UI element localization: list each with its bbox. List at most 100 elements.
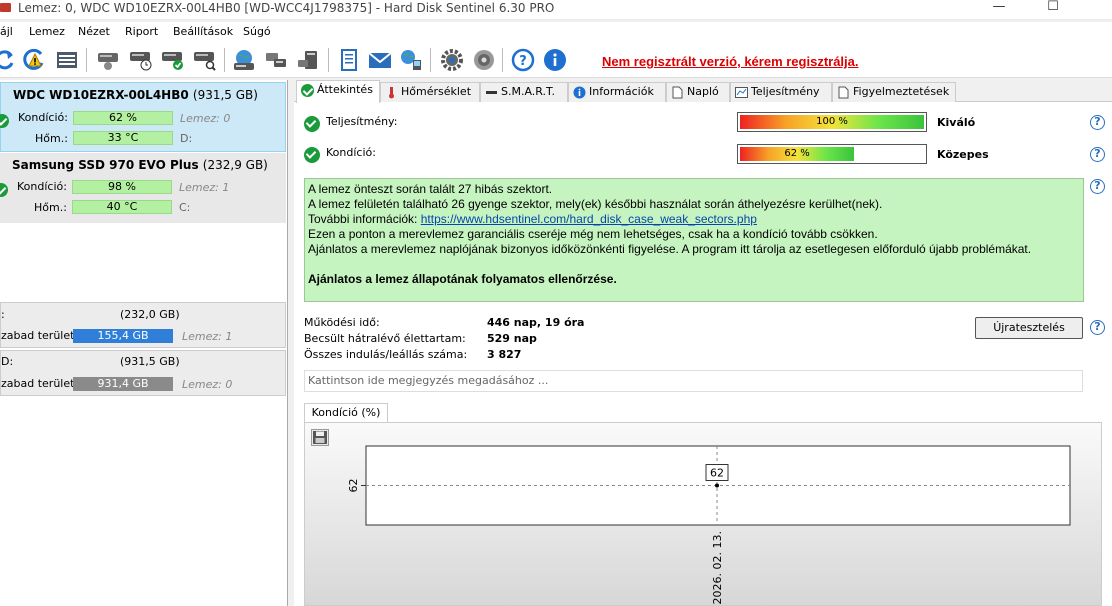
detail-panel: Áttekintés Hőmérséklet S.M.A.R.T. Inform… <box>294 80 1112 606</box>
tab-overview[interactable]: Áttekintés <box>296 80 380 103</box>
health-label: Kondíció: <box>17 180 67 193</box>
info-line: Ajánlatos a merevlemez naplójának bizony… <box>308 242 1032 256</box>
temperature-label: Hőm.: <box>34 201 67 214</box>
tab-label: Teljesítmény <box>751 85 820 98</box>
svg-text:?: ? <box>519 54 527 69</box>
menu-report[interactable]: Riport <box>125 25 158 38</box>
health-chart-panel: 62 62 2026. 02. 13. <box>304 422 1102 606</box>
report-icon[interactable] <box>336 47 362 73</box>
disk-item[interactable]: WDC WD10EZRX-00L4HB0 (931,5 GB) Kondíció… <box>0 82 286 152</box>
health-rating: Közepes <box>937 148 989 161</box>
disk-name: WDC WD10EZRX-00L4HB0 (931,5 GB) <box>13 88 258 102</box>
tab-health-chart[interactable]: Kondíció (%) <box>304 403 388 423</box>
document-icon <box>672 86 683 99</box>
disk-list-icon[interactable] <box>54 47 80 73</box>
help-icon[interactable]: ? <box>1090 320 1105 335</box>
free-space-label: zabad terület <box>1 329 75 342</box>
disk-copy-icon[interactable] <box>263 47 289 73</box>
performance-label: Teljesítmény: <box>326 115 398 128</box>
gear-icon[interactable] <box>439 47 465 73</box>
performance-rating: Kiváló <box>937 116 976 129</box>
sound-icon[interactable] <box>471 47 497 73</box>
info-icon[interactable] <box>542 47 568 73</box>
tab-smart[interactable]: S.M.A.R.T. <box>480 82 568 102</box>
free-space-bar: 155,4 GB <box>73 329 173 343</box>
note-input[interactable]: Kattintson ide megjegyzés megadásához ..… <box>304 370 1083 392</box>
document-icon <box>838 86 849 99</box>
help-icon[interactable]: ? <box>1090 115 1105 130</box>
volume-disk-index: Lemez: 0 <box>182 378 233 391</box>
menu-bar: ájl Lemez Nézet Riport Beállítások Súgó <box>0 22 1112 42</box>
thermometer-icon <box>389 87 394 99</box>
volume-size: (232,0 GB) <box>120 308 180 321</box>
lifetime-value: 529 nap <box>487 332 537 345</box>
drive-letter: C: <box>179 201 191 214</box>
help-icon[interactable]: ? <box>510 47 536 73</box>
drive-letter: D: <box>180 132 193 145</box>
tab-alerts[interactable]: Figyelmeztetések <box>832 82 956 102</box>
status-ok-icon <box>304 116 320 132</box>
tab-information[interactable]: Információk <box>568 82 666 102</box>
lifetime-label: Becsült hátralévő élettartam: <box>304 332 466 345</box>
menu-file[interactable]: ájl <box>0 25 13 38</box>
volume-item[interactable]: : (232,0 GB) zabad terület 155,4 GB Leme… <box>0 302 286 348</box>
tab-log[interactable]: Napló <box>666 82 730 102</box>
info-line: A lemez önteszt során talált 27 hibás sz… <box>308 182 553 196</box>
mail-icon[interactable] <box>367 47 393 73</box>
menu-help[interactable]: Súgó <box>243 25 271 38</box>
registration-warning-link[interactable]: Nem regisztrált verzió, kérem regisztrál… <box>602 54 859 69</box>
menu-disk[interactable]: Lemez <box>29 25 65 38</box>
temperature-label: Hőm.: <box>35 132 68 145</box>
menu-settings[interactable]: Beállítások <box>173 25 233 38</box>
tab-temperature[interactable]: Hőmérséklet <box>380 82 480 102</box>
tab-label: Hőmérséklet <box>401 85 472 98</box>
health-bar-fill: 62 % <box>740 147 855 161</box>
free-space-bar: 931,4 GB <box>73 377 173 391</box>
performance-row: Teljesítmény: <box>304 113 1094 133</box>
tab-label: Napló <box>687 85 719 98</box>
health-bar: 62 % <box>73 111 173 125</box>
volume-item[interactable]: D: (931,5 GB) zabad terület 931,4 GB Lem… <box>0 350 286 396</box>
minimize-button[interactable]: — <box>976 0 1022 14</box>
refresh-icon[interactable] <box>0 47 18 73</box>
volume-letter: : <box>1 308 5 321</box>
window-title: Lemez: 0, WDC WD10EZRX-00L4HB0 [WD-WCC4J… <box>18 1 555 15</box>
toolbar-separator <box>224 48 225 72</box>
uptime-label: Működési idő: <box>304 316 380 329</box>
health-label: Kondíció: <box>326 146 376 159</box>
volume-size: (931,5 GB) <box>120 355 180 368</box>
tab-label: Információk <box>589 85 654 98</box>
menu-view[interactable]: Nézet <box>78 25 110 38</box>
chart-icon <box>735 87 748 98</box>
network-icon[interactable] <box>398 47 424 73</box>
data-point <box>715 483 719 488</box>
disk-gray-icon[interactable] <box>95 47 121 73</box>
x-tick-label: 2026. 02. 13. <box>711 531 724 604</box>
free-space-label: zabad terület <box>1 377 75 390</box>
health-label: Kondíció: <box>18 111 68 124</box>
disk-export-icon[interactable] <box>295 47 321 73</box>
disk-index: Lemez: 1 <box>179 181 230 194</box>
disk-globe-icon[interactable] <box>231 47 257 73</box>
maximize-button[interactable]: ☐ <box>1030 0 1076 14</box>
help-icon[interactable]: ? <box>1090 147 1105 162</box>
more-info-label: További információk: <box>308 212 418 226</box>
disk-search-icon[interactable] <box>192 47 218 73</box>
disk-check-icon[interactable] <box>160 47 186 73</box>
help-icon[interactable]: ? <box>1090 179 1105 194</box>
info-line: A lemez felületén található 26 gyenge sz… <box>308 197 883 211</box>
disk-clock-icon[interactable] <box>128 47 154 73</box>
tab-performance[interactable]: Teljesítmény <box>730 82 832 102</box>
volume-letter: D: <box>1 355 14 368</box>
more-info-line: További információk: https://www.hdsenti… <box>308 212 1080 227</box>
start-stop-value: 3 827 <box>487 348 522 361</box>
data-label: 62 <box>710 467 724 480</box>
smart-icon <box>486 91 497 94</box>
retest-button[interactable]: Újratesztelés <box>975 317 1083 339</box>
status-ok-icon <box>0 114 9 128</box>
refresh-warning-icon[interactable] <box>22 47 48 73</box>
more-info-link[interactable]: https://www.hdsentinel.com/hard_disk_cas… <box>421 212 757 226</box>
disk-item[interactable]: Samsung SSD 970 EVO Plus (232,9 GB) Kond… <box>0 153 286 223</box>
toolbar: ? Nem regisztrált verzió, kérem regisztr… <box>0 42 1112 78</box>
start-stop-label: Összes indulás/leállás száma: <box>304 348 468 361</box>
